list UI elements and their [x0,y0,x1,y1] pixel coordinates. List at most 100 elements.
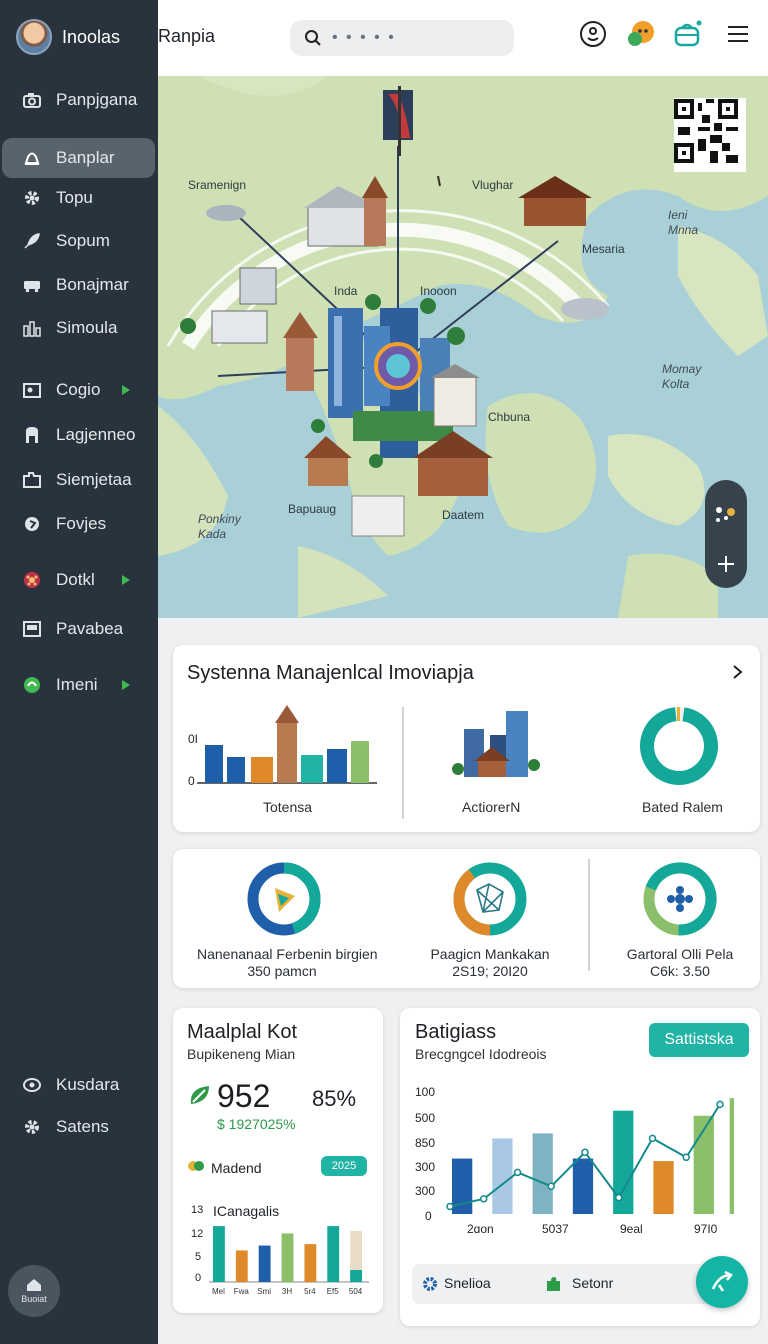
top-bar: Ranpia • • • • • [158,0,768,76]
sidebar-item-label: Topu [56,188,93,207]
kpi-number: 952 [217,1078,271,1114]
sidebar-item-simoula[interactable]: Simoula [0,308,158,348]
analytics-x-tick: 5037 [542,1222,569,1236]
kpi-x-tick: 504 [349,1287,363,1296]
stat-donut-growth [643,862,717,936]
kpi-badge[interactable]: 2025 [321,1156,367,1176]
map-view[interactable]: Sramenign Vlughar Ieni Mnna Mesaria Inda… [158,76,768,618]
sidebar-item-label: Satens [56,1117,109,1136]
analytics-line-point [547,1182,555,1191]
search-input[interactable]: • • • • • [290,20,514,56]
kpi-x-tick: 5r4 [304,1287,316,1296]
bell-icon [22,148,42,168]
app-title: Ranpia [158,26,216,46]
sidebar-item-label: Imeni [56,675,98,694]
analytics-x-tick: 97I0 [694,1222,718,1236]
map-label: Ieni Mnna [668,208,699,237]
sidebar-item-pavabea[interactable]: Pavabea [0,609,158,649]
sidebar-item-siemjetaa[interactable]: Siemjetaa [0,460,158,500]
sidebar-item-label: Fovjes [56,514,107,533]
stat-sub: 2S19; 20I20 [452,963,528,979]
puzzle-icon[interactable] [544,1275,562,1293]
map-label: Daatem [442,508,485,522]
analytics-footer: Snelioa Setonr [412,1264,742,1304]
truck-icon [22,275,42,295]
sidebar-item-label: Dotkl [56,570,95,589]
city-illustration [452,711,540,777]
bag-icon[interactable] [672,19,702,49]
map-label: Mesaria [582,242,625,256]
share-icon [711,1270,733,1292]
notifications-icon[interactable] [626,19,656,49]
stat-donut-network [453,862,527,936]
overview-donut [640,707,718,785]
expand-arrow-icon[interactable] [122,385,130,395]
qr-code[interactable] [674,98,746,172]
footer-link[interactable]: Setonr [572,1275,613,1291]
avatar[interactable] [16,19,52,55]
sidebar-item-topu[interactable]: Topu [0,178,158,218]
emoji-icon[interactable] [578,19,608,49]
camera-icon [22,90,42,110]
expand-arrow-icon[interactable] [122,575,130,585]
sidebar-item-lagjenneo[interactable]: Lagjenneo [0,415,158,455]
chevron-right-icon[interactable] [731,664,745,680]
photo-icon [22,619,42,639]
analytics-line-point [648,1134,657,1143]
badge-icon [22,514,42,534]
kpi-subtitle: Bupikeneng Mian [187,1046,296,1062]
map-layer-dot [716,507,722,513]
overview-card: Systenna Manajenlcal Imoviapja 0I 0 Tote… [173,645,760,832]
leaf-icon [22,675,42,695]
user-name: Inoolas [62,26,121,47]
rocket-icon [22,231,42,251]
map-label: Inda [334,284,358,298]
sidebar-item-dotkl[interactable]: Dotkl [0,560,158,600]
map-zoom-control[interactable] [705,480,747,588]
sidebar-item-fovjes[interactable]: Fovjes [0,504,158,544]
sidebar-item-banplar[interactable]: Banplar [2,138,155,178]
sidebar-item-cogio[interactable]: Cogio [0,370,158,410]
analytics-line-point [480,1195,488,1203]
kpi-x-tick: Fwa [234,1287,250,1296]
analytics-bars [452,1098,734,1214]
gear-icon[interactable] [422,1276,438,1292]
sidebar-item-imeni[interactable]: Imeni [0,665,158,705]
stat-donut-navigation [247,862,321,936]
analytics-line-point [446,1202,454,1211]
sidebar-item-label: Siemjetaa [56,470,132,489]
share-fab[interactable] [696,1256,748,1308]
profile-badge[interactable]: Buoiat [8,1265,60,1317]
map-label: Inooon [420,284,457,298]
sidebar-item-sopum[interactable]: Sopum [0,221,158,261]
sidebar-item-label: Simoula [56,318,118,337]
analytics-y-tick: 300 [415,1184,436,1198]
expand-arrow-icon[interactable] [122,680,130,690]
menu-icon[interactable] [724,19,754,49]
sidebar-item-panpjgana[interactable]: Panpjgana [0,80,158,120]
footer-link[interactable]: Snelioa [444,1275,491,1291]
analytics-y-tick: 850 [415,1136,436,1150]
settings-icon [22,1117,42,1137]
map-label: Sramenign [188,178,247,192]
sidebar-item-label: Kusdara [56,1075,120,1094]
user-profile[interactable]: Inoolas [16,17,120,57]
kpi-x-tick: 3H [282,1287,292,1296]
sidebar-item-satens[interactable]: Satens [0,1107,158,1147]
analytics-bar [729,1098,734,1214]
sidebar-item-kusdara[interactable]: Kusdara [0,1065,158,1105]
gear-icon [22,188,42,208]
analytics-y-tick: 300 [415,1160,436,1174]
statistics-button[interactable]: Sattistska [649,1023,749,1057]
sidebar-item-label: Banplar [56,148,115,167]
analytics-subtitle: Brecgngcel Idodreois [415,1046,547,1062]
divider [588,859,590,971]
stat-sub: 350 pamcn [247,963,317,979]
kpi-title: Maalplal Kot [187,1021,298,1043]
sidebar-item-label: Lagjenneo [56,425,136,444]
sidebar-item-bonajmar[interactable]: Bonajmar [0,265,158,305]
kpi-bar [281,1233,294,1282]
analytics-line-point [513,1168,522,1177]
leaf-trend-icon [190,1086,209,1104]
home-icon [27,1279,41,1291]
